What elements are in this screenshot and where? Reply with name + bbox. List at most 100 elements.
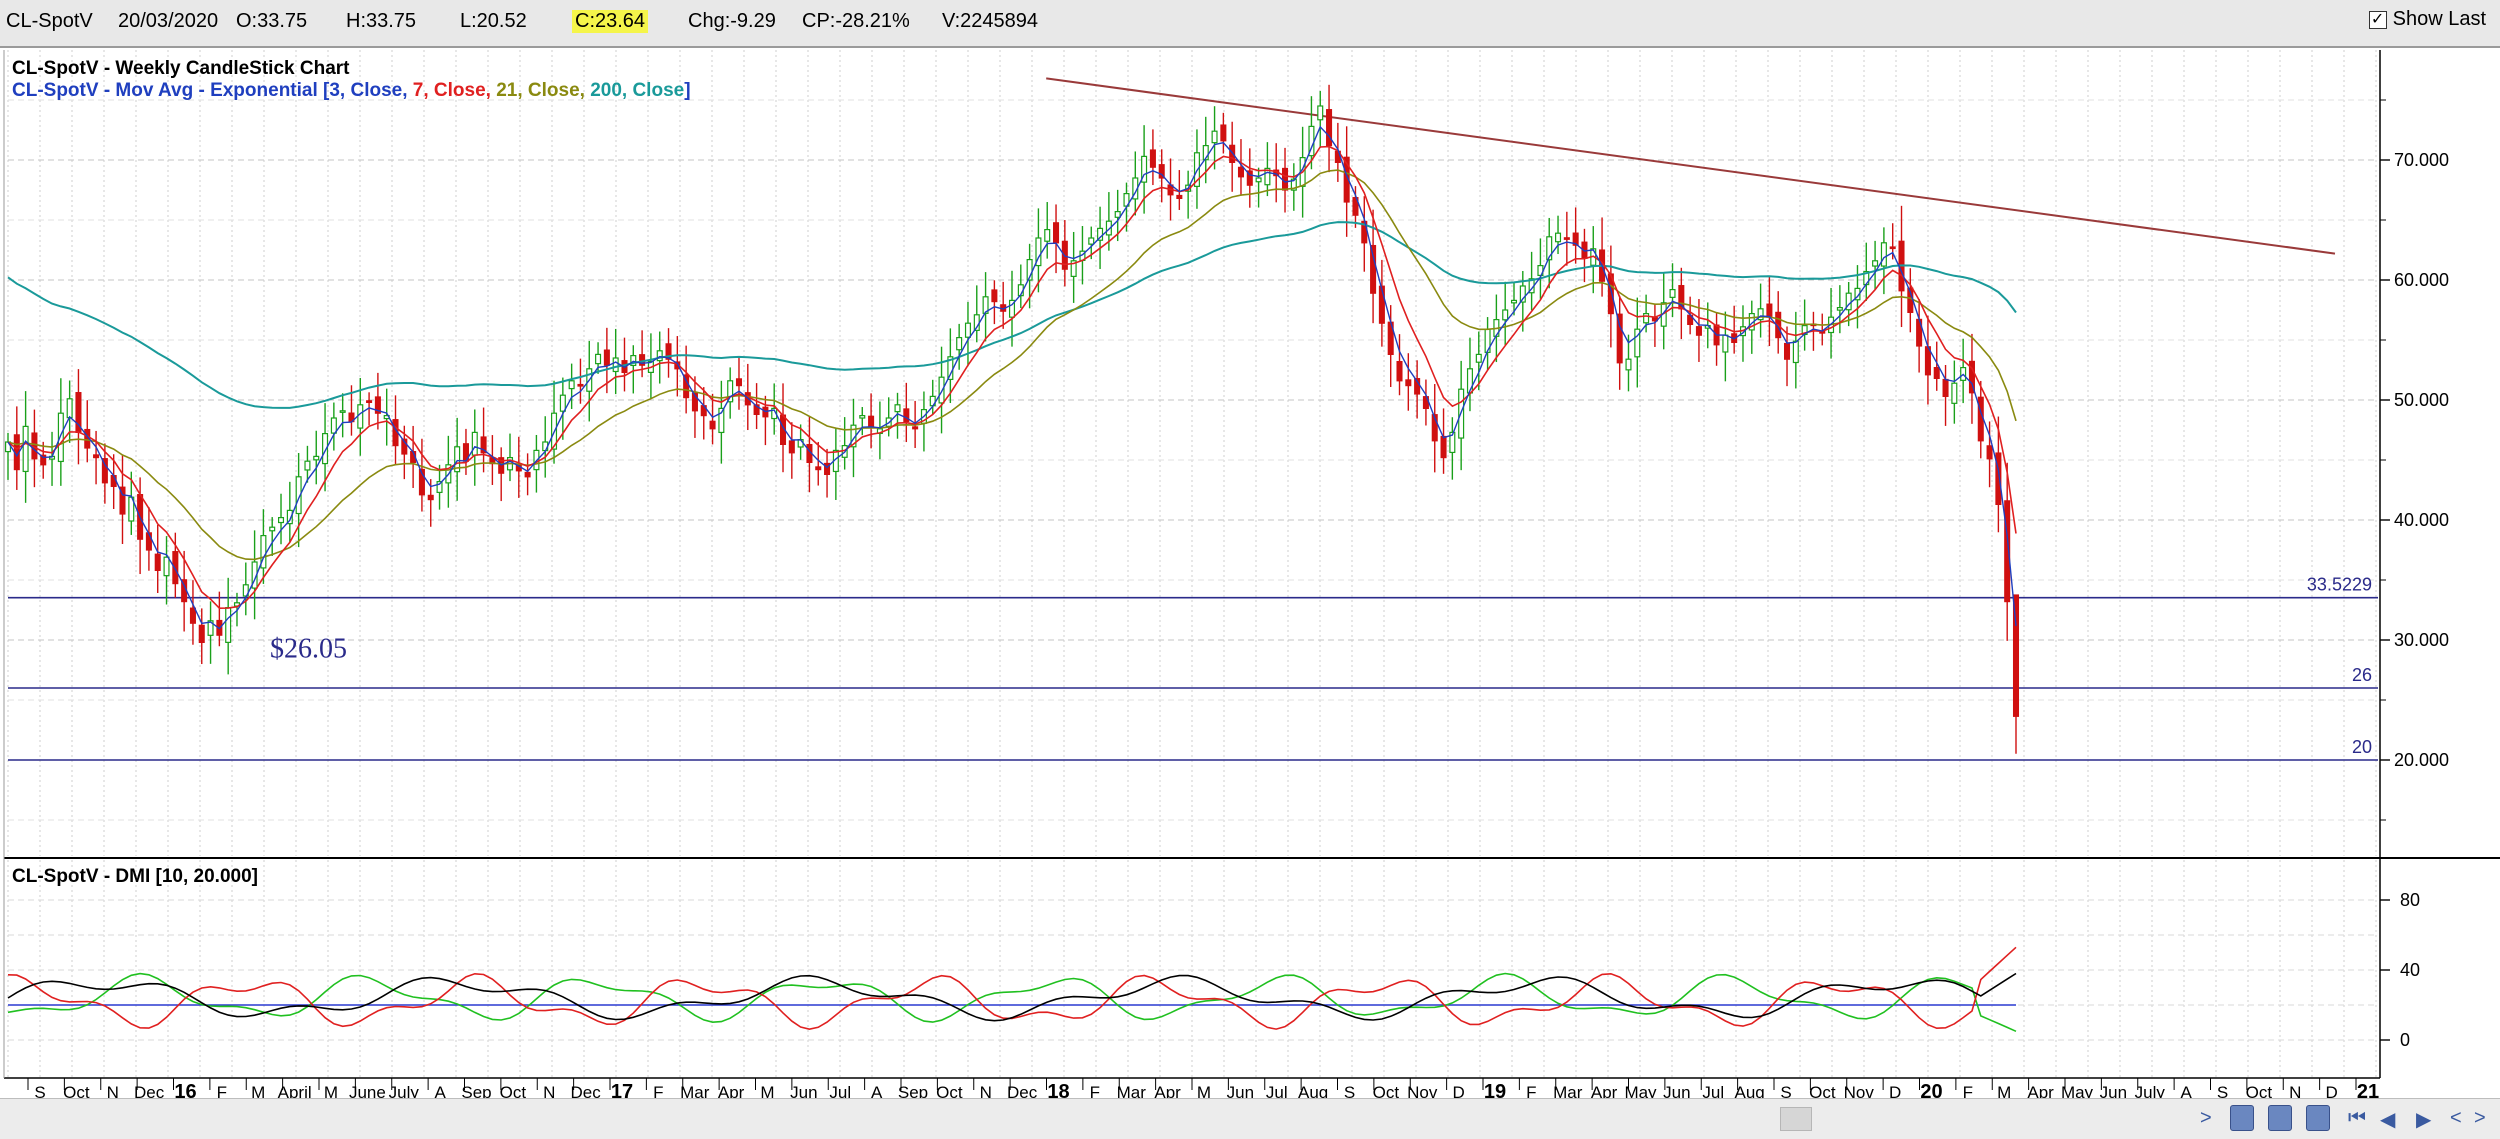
candle-body [568, 380, 575, 390]
time-axis-label: Apr [718, 1083, 745, 1098]
candle-body [1396, 360, 1403, 382]
time-axis-label: A [434, 1083, 446, 1098]
time-axis-label: Dec [571, 1083, 602, 1098]
candle-body [22, 425, 29, 473]
time-axis-year-label: 19 [1484, 1081, 1506, 1098]
candle-body [964, 322, 971, 338]
time-axis-label: Nov [1407, 1083, 1438, 1098]
time-axis-label: July [389, 1083, 420, 1098]
candle-body [1211, 130, 1218, 144]
price-axis: 20.000 30.000 40.000 50.000 60.000 70.000 0 40 8… [2380, 99, 2449, 1050]
candle-body [1114, 211, 1121, 218]
ema-title-suffix: ] [684, 80, 690, 101]
candle-body [269, 526, 276, 532]
nav-left-small-icon[interactable]: < [2450, 1107, 2462, 1130]
candle-body [163, 556, 170, 577]
time-axis-year-label: 16 [174, 1081, 196, 1098]
time-axis-label: F [1963, 1083, 1973, 1098]
time-axis-label: Apr [1154, 1083, 1181, 1098]
candle-body [709, 420, 716, 430]
dmi-layer [7, 946, 2017, 1033]
minus-di-line [7, 972, 2017, 1033]
time-axis-label: D [2325, 1083, 2337, 1098]
scrollbar-thumb[interactable] [1780, 1107, 1812, 1131]
support-line-label: 33.5229 [2307, 575, 2372, 595]
ema-overlay-title: CL-SpotV - Mov Avg - Exponential [3, Clo… [12, 80, 691, 101]
candle-body [612, 357, 619, 373]
candle-body [956, 337, 963, 351]
time-axis-label: May [2061, 1083, 2094, 1098]
candle-body [1722, 334, 1729, 353]
candle-body [859, 415, 866, 419]
time-axis-label: N [2289, 1083, 2301, 1098]
nav-right-small-icon[interactable]: > [2474, 1107, 2486, 1130]
time-axis-label: M [324, 1083, 338, 1098]
candle-body [1044, 229, 1051, 242]
dmi-axis-label: 0 [2400, 1030, 2410, 1050]
chart-window: CL-SpotV 20/03/2020 O:33.75 H:33.75 L:20… [0, 0, 2500, 1139]
jump-start-icon[interactable]: ⏮ [2348, 1107, 2366, 1130]
time-axis: S Oct N Dec 16 F M April M June July A Sep Oct N Dec 17 F… [27, 1078, 2379, 1098]
horizontal-scrollbar[interactable]: > ⏮ ◀ ▶ < > [0, 1098, 2500, 1139]
candle-body [366, 400, 373, 404]
candle-body [559, 394, 566, 412]
zoom-out-tool-icon[interactable] [2268, 1105, 2292, 1131]
time-axis-label: D [1889, 1083, 1901, 1098]
time-axis-label: M [1197, 1083, 1211, 1098]
time-axis-label: Sep [898, 1083, 928, 1098]
time-axis-label: F [1526, 1083, 1536, 1098]
candle-body [1625, 358, 1632, 371]
candle-body [1880, 242, 1887, 267]
time-axis-label: S [2217, 1083, 2228, 1098]
dmi-axis-label: 40 [2400, 960, 2420, 980]
candle-body [1933, 367, 1940, 379]
nav-right-icon[interactable]: ▶ [2416, 1107, 2431, 1132]
time-axis-label: N [980, 1083, 992, 1098]
candle-body [304, 460, 311, 471]
candle-body [1783, 342, 1791, 360]
candle-body [313, 455, 320, 461]
time-axis-label: Mar [1553, 1083, 1583, 1098]
candle-body [938, 376, 945, 404]
candle-body [1405, 379, 1412, 387]
candle-body [1317, 105, 1324, 121]
time-axis-label: N [543, 1083, 555, 1098]
time-axis-label: F [653, 1083, 663, 1098]
candle-body [1766, 303, 1773, 318]
time-axis-label: Jul [1702, 1083, 1724, 1098]
zoom-in-tool-icon[interactable] [2230, 1105, 2254, 1131]
price-panel-title: CL-SpotV - Weekly CandleStick Chart [12, 58, 350, 79]
time-axis-label: N [107, 1083, 119, 1098]
nav-left-icon[interactable]: ◀ [2380, 1107, 2395, 1132]
candle-body [894, 404, 901, 413]
candle-body [189, 607, 196, 624]
candle-body [1220, 124, 1227, 142]
time-axis-label: Oct [1809, 1083, 1836, 1098]
time-axis-label: S [1780, 1083, 1791, 1098]
scroll-right-arrow[interactable]: > [2200, 1107, 2212, 1130]
candle-body [788, 440, 795, 454]
time-axis-label: S [1344, 1083, 1355, 1098]
candle-body [1836, 307, 1843, 311]
time-axis-label: Jun [1227, 1083, 1254, 1098]
time-axis-label: M [1997, 1083, 2011, 1098]
dmi-panel-title: CL-SpotV - DMI [10, 20.000] [12, 866, 258, 887]
time-axis-label: Oct [63, 1083, 90, 1098]
bar-tool-icon[interactable] [2306, 1105, 2330, 1131]
time-axis-label: Jul [1266, 1083, 1288, 1098]
time-axis-label: S [34, 1083, 45, 1098]
candle-body [1053, 222, 1060, 244]
time-axis-label: Oct [500, 1083, 527, 1098]
candle-body [577, 383, 584, 387]
candle-body [1889, 246, 1896, 250]
time-axis-label: Jun [2100, 1083, 2127, 1098]
support-line-label: 26 [2352, 665, 2372, 685]
candle-body [524, 471, 531, 478]
candle-body [991, 289, 998, 303]
time-axis-label: M [251, 1083, 265, 1098]
candle-body [656, 350, 663, 362]
time-axis-label: May [1624, 1083, 1657, 1098]
time-axis-label: Oct [936, 1083, 963, 1098]
candle-body [1555, 232, 1562, 243]
ema-title-param: 3, Close, [329, 80, 412, 101]
